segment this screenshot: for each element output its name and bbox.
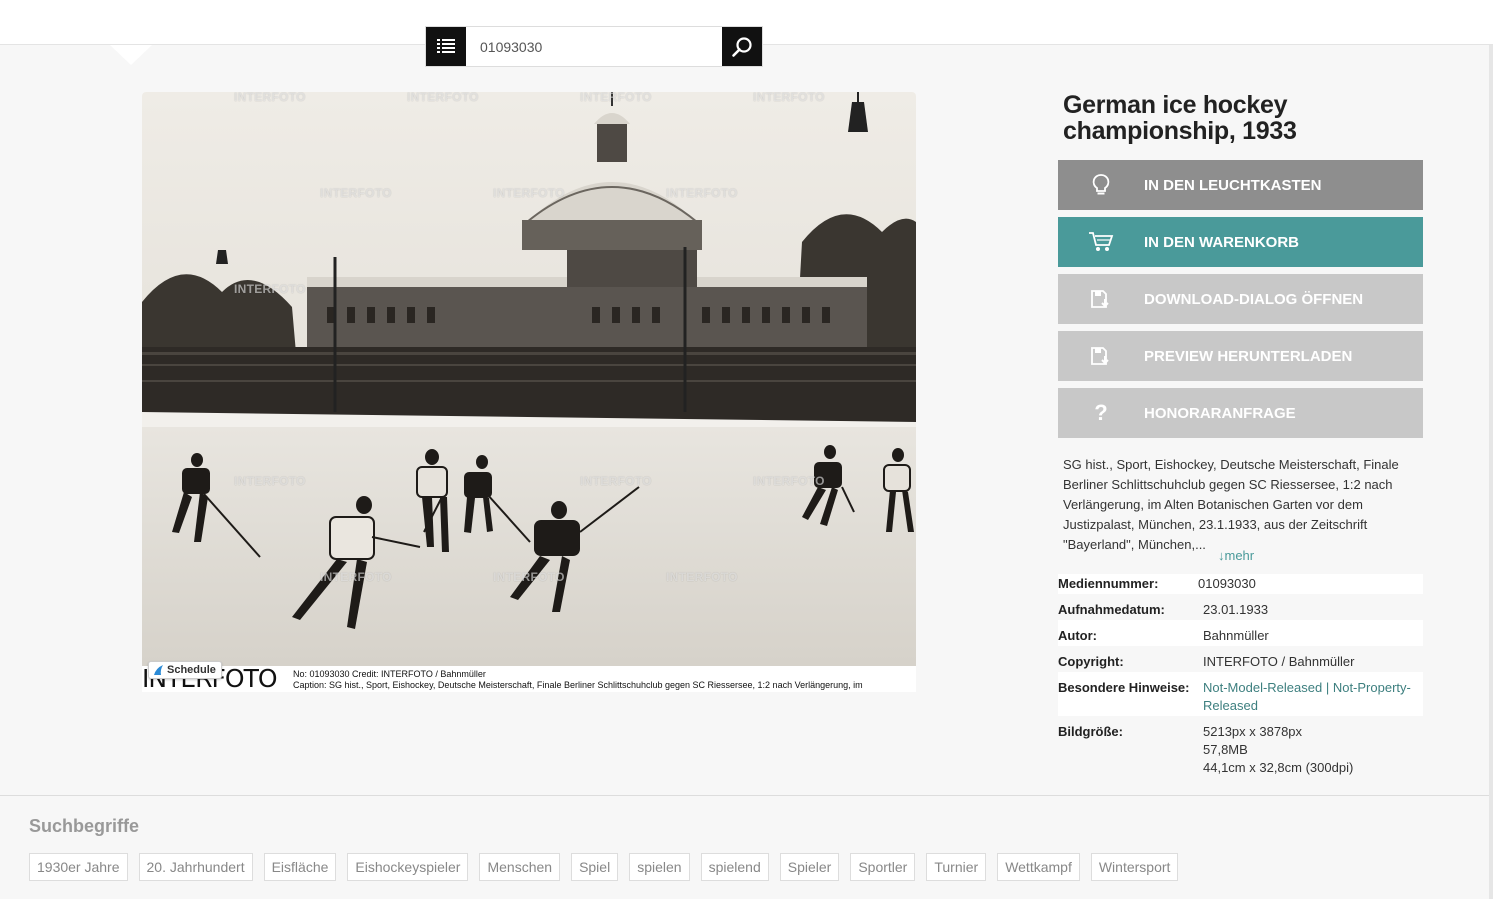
download-icon bbox=[1058, 289, 1144, 309]
meta-value: Bahnmüller bbox=[1203, 628, 1269, 643]
search-icon[interactable] bbox=[722, 27, 762, 66]
watermark: INTERFOTO bbox=[580, 92, 652, 104]
keyword-tag[interactable]: Spiel bbox=[571, 853, 619, 881]
watermark: INTERFOTO bbox=[234, 92, 306, 104]
caption-line: Caption: SG hist., Sport, Eishockey, Deu… bbox=[293, 680, 863, 690]
schedule-icon bbox=[154, 665, 163, 675]
watermark: INTERFOTO bbox=[493, 186, 565, 200]
keyword-tag[interactable]: Spieler bbox=[779, 853, 840, 881]
page-title: German ice hockey championship, 1933 bbox=[1063, 91, 1297, 145]
keyword-tag[interactable]: Sportler bbox=[850, 853, 916, 881]
section-divider bbox=[0, 795, 1493, 796]
add-to-cart-button[interactable]: IN DEN WARENKORB bbox=[1058, 217, 1423, 267]
caption-line: No: 01093030 Credit: INTERFOTO / Bahnmül… bbox=[293, 669, 486, 679]
action-label: PREVIEW HERUNTERLADEN bbox=[1144, 347, 1353, 365]
action-label: DOWNLOAD-DIALOG ÖFFNEN bbox=[1144, 290, 1364, 308]
more-link[interactable]: ↓mehr bbox=[1218, 548, 1254, 563]
search-input[interactable] bbox=[466, 27, 722, 66]
keyword-tag[interactable]: Wintersport bbox=[1090, 853, 1179, 881]
keyword-tag[interactable]: Eisfläche bbox=[263, 853, 337, 881]
keywords-title: Suchbegriffe bbox=[29, 816, 140, 836]
keyword-tags: 1930er Jahre 20. Jahrhundert Eisfläche E… bbox=[29, 853, 1189, 881]
preview-download-button[interactable]: PREVIEW HERUNTERLADEN bbox=[1058, 331, 1423, 381]
schedule-label: Schedule bbox=[167, 664, 216, 676]
release-info-link[interactable]: Not-Model-Released | Not-Property-Releas… bbox=[1203, 679, 1423, 715]
image-description: SG hist., Sport, Eishockey, Deutsche Mei… bbox=[1063, 457, 1399, 552]
photo-caption: No: 01093030 Credit: INTERFOTO / Bahnmül… bbox=[293, 669, 863, 691]
keyword-tag[interactable]: Eishockeyspieler bbox=[347, 853, 469, 881]
download-icon bbox=[1058, 346, 1144, 366]
metadata-table: Mediennummer: 01093030 Aufnahmedatum: 23… bbox=[1058, 574, 1423, 778]
meta-row: Mediennummer: 01093030 bbox=[1058, 574, 1423, 594]
fee-request-button[interactable]: ? HONORARANFRAGE bbox=[1058, 388, 1423, 438]
meta-key: Bildgröße: bbox=[1058, 724, 1123, 739]
keyword-tag[interactable]: Menschen bbox=[479, 853, 561, 881]
image-dimensions: 5213px x 3878px bbox=[1203, 724, 1303, 739]
schedule-button[interactable]: Schedule bbox=[148, 661, 222, 679]
keyword-tag[interactable]: spielen bbox=[629, 853, 690, 881]
keyword-tag[interactable]: 1930er Jahre bbox=[29, 853, 128, 881]
meta-value: INTERFOTO / Bahnmüller bbox=[1203, 654, 1355, 669]
keyword-tag[interactable]: Turnier bbox=[926, 853, 987, 881]
add-to-lightbox-button[interactable]: IN DEN LEUCHTKASTEN bbox=[1058, 160, 1423, 210]
meta-key: Aufnahmedatum: bbox=[1058, 602, 1165, 617]
meta-value: 23.01.1933 bbox=[1203, 602, 1269, 617]
watermark: INTERFOTO bbox=[234, 474, 306, 488]
watermark: INTERFOTO bbox=[580, 474, 652, 488]
meta-row: Besondere Hinweise: Not-Model-Released |… bbox=[1058, 672, 1423, 716]
keyword-tag[interactable]: 20. Jahrhundert bbox=[138, 853, 253, 881]
action-label: IN DEN LEUCHTKASTEN bbox=[1144, 176, 1322, 194]
search-bar bbox=[425, 26, 763, 67]
watermark: INTERFOTO bbox=[320, 186, 392, 200]
action-label: IN DEN WARENKORB bbox=[1144, 233, 1300, 251]
meta-row: Copyright: INTERFOTO / Bahnmüller bbox=[1058, 646, 1423, 672]
watermark: INTERFOTO bbox=[407, 92, 479, 104]
cart-icon bbox=[1058, 231, 1144, 253]
meta-row: Aufnahmedatum: 23.01.1933 bbox=[1058, 594, 1423, 620]
watermark: INTERFOTO bbox=[234, 282, 306, 296]
print-size: 44,1cm x 32,8cm (300dpi) bbox=[1203, 760, 1354, 775]
main-photo[interactable]: INTERFOTO INTERFOTO INTERFOTO INTERFOTO … bbox=[142, 92, 916, 692]
meta-value: 5213px x 3878px 57,8MB 44,1cm x 32,8cm (… bbox=[1203, 723, 1423, 777]
meta-row: Autor: Bahnmüller bbox=[1058, 620, 1423, 646]
watermark: INTERFOTO bbox=[753, 92, 825, 104]
lightbulb-icon bbox=[1058, 173, 1144, 197]
menu-pointer bbox=[110, 45, 152, 65]
keyword-tag[interactable]: spielend bbox=[700, 853, 769, 881]
watermark: INTERFOTO bbox=[753, 474, 825, 488]
meta-key: Mediennummer: bbox=[1058, 576, 1159, 591]
watermark: INTERFOTO bbox=[666, 570, 738, 584]
meta-key: Besondere Hinweise: bbox=[1058, 680, 1190, 695]
download-dialog-button[interactable]: DOWNLOAD-DIALOG ÖFFNEN bbox=[1058, 274, 1423, 324]
meta-row: Bildgröße: 5213px x 3878px 57,8MB 44,1cm… bbox=[1058, 716, 1423, 778]
action-buttons: IN DEN LEUCHTKASTEN IN DEN WARENKORB DOW… bbox=[1058, 160, 1423, 445]
meta-value: 01093030 bbox=[1198, 576, 1256, 591]
list-icon[interactable] bbox=[426, 27, 466, 66]
action-label: HONORARANFRAGE bbox=[1144, 404, 1296, 422]
watermark: INTERFOTO bbox=[320, 570, 392, 584]
scrollbar[interactable] bbox=[1489, 45, 1493, 899]
file-size: 57,8MB bbox=[1203, 742, 1248, 757]
meta-key: Copyright: bbox=[1058, 654, 1124, 669]
watermark: INTERFOTO bbox=[493, 570, 565, 584]
watermark: INTERFOTO bbox=[666, 186, 738, 200]
meta-key: Autor: bbox=[1058, 628, 1097, 643]
question-icon: ? bbox=[1094, 400, 1108, 425]
keyword-tag[interactable]: Wettkampf bbox=[997, 853, 1080, 881]
